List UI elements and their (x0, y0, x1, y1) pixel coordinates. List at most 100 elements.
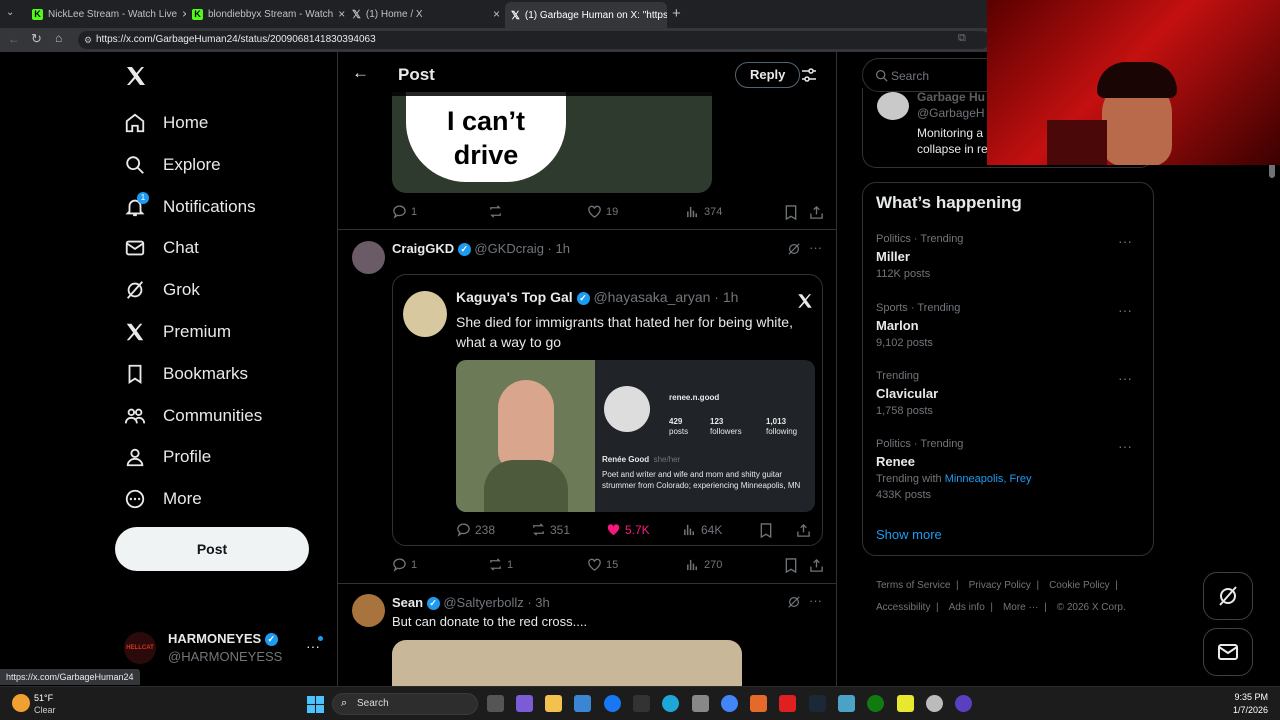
grok-float-button[interactable] (1203, 572, 1253, 620)
post-time[interactable]: · 1h (548, 241, 570, 256)
sticky-notes-icon[interactable] (897, 695, 914, 712)
author-handle[interactable]: @GKDcraig (474, 241, 544, 256)
home-browser-icon[interactable]: ⌂ (55, 31, 62, 45)
more-icon[interactable]: ··· (1118, 370, 1132, 386)
repost-action[interactable] (488, 204, 503, 219)
file-explorer-icon[interactable] (545, 695, 562, 712)
author-handle[interactable]: @Saltyerbollz (443, 595, 523, 610)
show-more-link[interactable]: Show more (876, 527, 942, 542)
reply-action[interactable]: 238 (456, 522, 495, 537)
edge-icon[interactable] (662, 695, 679, 712)
post-image[interactable] (392, 640, 742, 686)
footer-link[interactable]: More ··· (1003, 602, 1039, 613)
close-icon[interactable]: × (493, 7, 500, 21)
trend-item[interactable]: Sports · Trending Marlon 9,102 posts ··· (876, 302, 1146, 349)
back-icon[interactable]: ← (8, 32, 20, 46)
more-icon[interactable]: ··· (809, 240, 822, 255)
obs-icon[interactable] (955, 695, 972, 712)
grok-icon[interactable] (787, 595, 801, 609)
chrome-icon[interactable] (721, 695, 738, 712)
footer-link[interactable]: Cookie Policy (1049, 580, 1110, 591)
more-icon[interactable]: ··· (1118, 233, 1132, 249)
footer-link[interactable]: Accessibility (876, 602, 930, 613)
author-name[interactable]: CraigGKD (392, 241, 454, 256)
nav-more[interactable]: More (124, 483, 202, 515)
like-action[interactable]: 15 (587, 557, 618, 572)
footer-link[interactable]: Ads info (949, 602, 985, 613)
x-home-logo[interactable] (124, 64, 148, 93)
like-action[interactable]: 5.7K (606, 522, 650, 537)
author-handle[interactable]: @hayasaka_aryan (593, 289, 710, 305)
nav-explore[interactable]: Explore (124, 149, 221, 181)
filter-icon[interactable] (801, 67, 817, 83)
app-icon[interactable] (838, 695, 855, 712)
reply-action[interactable]: 1 (392, 557, 417, 572)
nav-notifications[interactable]: 1 Notifications (124, 191, 256, 223)
nav-grok[interactable]: Grok (124, 274, 200, 306)
nav-communities[interactable]: Communities (124, 400, 262, 432)
calculator-icon[interactable] (692, 695, 709, 712)
share-icon[interactable] (796, 523, 811, 538)
reload-icon[interactable]: ↻ (31, 31, 42, 47)
app-icon[interactable] (750, 695, 767, 712)
store-icon[interactable] (574, 695, 591, 712)
back-arrow-icon[interactable]: ← (352, 63, 369, 83)
url-field[interactable]: ⚙ https://x.com/GarbageHuman24/status/20… (78, 31, 990, 49)
taskbar-search[interactable]: ⌕ Search (332, 693, 478, 715)
settings-icon[interactable] (926, 695, 943, 712)
copilot-icon[interactable] (516, 695, 533, 712)
trend-item[interactable]: Politics · Trending Miller 112K posts ··… (876, 233, 1146, 280)
facebook-icon[interactable] (604, 695, 621, 712)
chat-float-button[interactable] (1203, 628, 1253, 676)
new-tab-button[interactable]: + (672, 5, 681, 22)
nav-bookmarks[interactable]: Bookmarks (124, 358, 248, 390)
clock-time[interactable]: 9:35 PM (1220, 692, 1268, 702)
repost-action[interactable]: 1 (488, 557, 513, 572)
author-name[interactable]: Sean (392, 595, 423, 610)
windows-start-icon[interactable] (307, 696, 324, 713)
site-info-icon[interactable]: ⚙ (84, 31, 92, 49)
nav-home[interactable]: Home (124, 107, 208, 139)
bookmark-icon[interactable] (784, 558, 798, 573)
tweet-image[interactable]: I can’t drive (392, 92, 712, 193)
share-icon[interactable] (809, 205, 824, 220)
tab-nicklee[interactable]: K NickLee Stream - Watch Live × (26, 3, 186, 25)
weather-icon[interactable] (12, 694, 30, 712)
tab-garbage-human[interactable]: 𝕏 (1) Garbage Human on X: "https:// × (505, 2, 667, 28)
avatar[interactable] (352, 594, 385, 627)
views-action[interactable]: 64K (682, 522, 722, 537)
tab-blondiebbyx[interactable]: K blondiebbyx Stream - Watch × (186, 3, 346, 25)
avatar[interactable] (352, 241, 385, 274)
views-action[interactable]: 374 (685, 204, 722, 219)
extensions-icon[interactable]: ⧉ (958, 32, 966, 45)
quote-image[interactable]: renee.n.good 429 posts 123 followers 1,013… (456, 360, 815, 512)
post-time[interactable]: · 3h (527, 595, 549, 610)
more-icon[interactable]: ··· (1118, 438, 1132, 454)
trend-with-links[interactable]: Minneapolis, Frey (945, 473, 1032, 485)
bookmark-icon[interactable] (784, 205, 798, 220)
bookmark-icon[interactable] (759, 523, 773, 538)
xbox-icon[interactable] (867, 695, 884, 712)
reply-button[interactable]: Reply (735, 62, 801, 88)
more-icon[interactable]: ··· (809, 593, 822, 608)
trend-item[interactable]: Politics · Trending Renee Trending with … (876, 438, 1146, 501)
views-action[interactable]: 270 (685, 557, 722, 572)
task-view-icon[interactable] (487, 695, 504, 712)
quoted-post[interactable]: Kaguya's Top Gal ✓ @hayasaka_aryan · 1h … (392, 274, 823, 546)
close-icon[interactable]: × (338, 7, 345, 21)
account-switcher[interactable]: HELLCAT HARMONEYES ✓ @HARMONEYESS ··· (124, 628, 334, 672)
nav-profile[interactable]: Profile (124, 441, 211, 473)
tab-home-x[interactable]: 𝕏 (1) Home / X × (346, 3, 506, 25)
share-icon[interactable] (809, 558, 824, 573)
grok-icon[interactable] (787, 242, 801, 256)
post-button[interactable]: Post (115, 527, 309, 571)
footer-link[interactable]: Privacy Policy (969, 580, 1031, 591)
youtube-icon[interactable] (779, 695, 796, 712)
footer-link[interactable]: Terms of Service (876, 580, 950, 591)
nav-premium[interactable]: Premium (124, 316, 231, 348)
clock-date[interactable]: 1/7/2026 (1220, 705, 1268, 715)
steam-icon[interactable] (809, 695, 826, 712)
amazon-icon[interactable] (633, 695, 650, 712)
tab-list-chevron-icon[interactable]: ⌄ (6, 7, 14, 18)
author-name[interactable]: Kaguya's Top Gal (456, 289, 573, 305)
